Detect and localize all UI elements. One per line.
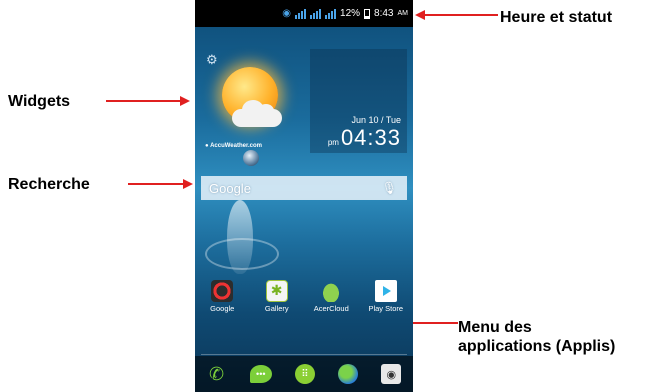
arrow-status [415,10,498,20]
battery-icon [364,8,371,19]
gear-icon[interactable]: ⚙ [206,52,218,68]
phone-screen: ◉ 12% 8:43 AM ⚙ ● AccuWeather.com Jun 10… [195,0,413,392]
app-shortcuts: Google Gallery AcerCloud Play Store [195,280,413,313]
clock-time: pm04:33 [328,125,401,151]
dock: ✆ ••• ⠿ ◉ [195,356,413,392]
phone-icon[interactable]: ✆ [207,364,227,384]
app-label: Google [210,304,235,313]
camera-icon[interactable]: ◉ [381,364,402,384]
clock-date: Jun 10 / Tue [351,115,401,125]
clock-time-value: 04:33 [340,125,401,150]
status-bar: ◉ 12% 8:43 AM [195,0,413,27]
app-acercloud[interactable]: AcerCloud [305,280,357,313]
app-label: Gallery [264,304,289,313]
callout-search: Recherche [8,176,90,193]
callout-status: Heure et statut [500,9,613,26]
status-ampm: AM [397,10,409,17]
google-app-icon [211,280,234,302]
weather-widget[interactable]: ⚙ ● AccuWeather.com [200,49,305,153]
weather-provider: ● AccuWeather.com [205,143,262,149]
mic-icon[interactable]: 🎙 [382,181,397,195]
dock-divider [201,354,407,355]
clock-widget[interactable]: Jun 10 / Tue pm04:33 [310,49,407,153]
app-label: Play Store [368,304,404,313]
app-label: AcerCloud [313,304,349,313]
profile-icon [243,150,259,166]
apps-icon[interactable]: ⠿ [294,364,315,384]
signal-icon [295,8,307,19]
callout-widgets: Widgets [8,93,71,110]
messaging-icon[interactable]: ••• [249,365,272,383]
signal-icon [310,8,322,19]
callout-app-menu: Menu des applications (Applis) [458,319,616,355]
app-gallery[interactable]: Gallery [251,280,303,313]
arrow-search [128,179,193,189]
app-google[interactable]: Google [196,280,248,313]
gallery-icon [265,280,288,302]
wifi-icon: ◉ [282,8,292,19]
app-play-store[interactable]: Play Store [360,280,412,313]
cloud-icon [232,100,282,127]
signal-icon [325,8,337,19]
google-logo: Google [209,180,251,196]
wallpaper-ripple [205,238,279,270]
status-time: 8:43 [374,8,394,19]
arrow-widgets [106,96,190,106]
play-store-icon [374,280,397,302]
google-search-bar[interactable]: Google 🎙 [201,176,407,200]
acercloud-icon [320,280,343,302]
battery-percent: 12% [340,8,361,19]
browser-icon[interactable] [338,364,359,384]
clock-ampm: pm [327,138,339,147]
